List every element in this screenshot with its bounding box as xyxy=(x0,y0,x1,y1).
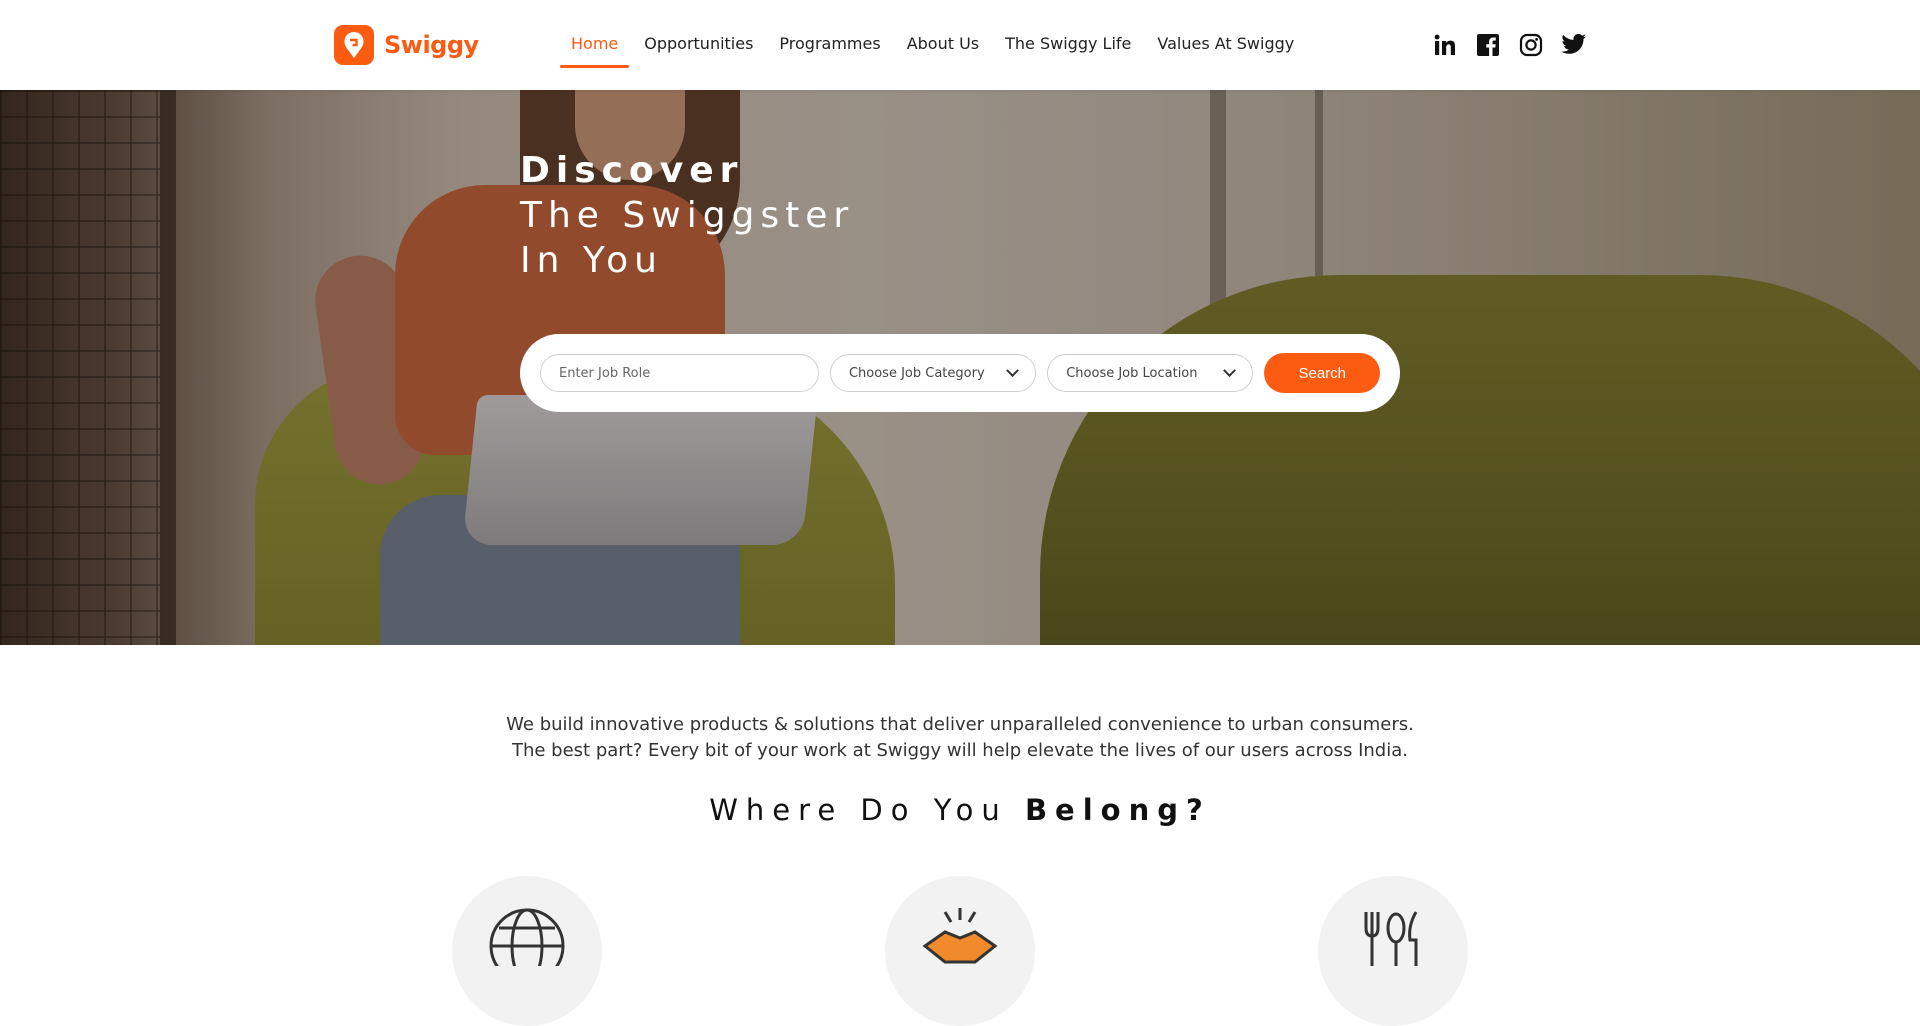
job-search-bar: Enter Job Role Choose Job Category Choos… xyxy=(520,334,1400,412)
brand-name: Swiggy xyxy=(384,31,479,59)
hero-line-1: Discover xyxy=(520,150,744,191)
globe-icon xyxy=(489,908,565,966)
swiggy-logo[interactable]: Swiggy xyxy=(334,25,479,65)
chevron-down-icon xyxy=(1006,363,1020,377)
nav-item-values[interactable]: Values At Swiggy xyxy=(1144,0,1307,86)
facebook-icon[interactable] xyxy=(1475,32,1501,58)
job-role-input[interactable]: Enter Job Role xyxy=(540,354,819,392)
category-cards xyxy=(0,876,1920,1026)
search-button[interactable]: Search xyxy=(1264,353,1380,393)
nav-item-programmes[interactable]: Programmes xyxy=(766,0,893,86)
nav-item-about-us[interactable]: About Us xyxy=(894,0,992,86)
hero-line-3: In You xyxy=(520,240,663,281)
hero-banner: Discover The Swiggster In You Enter Job … xyxy=(0,90,1920,645)
hero-headline: Discover The Swiggster In You xyxy=(520,148,854,283)
intro-line-1: We build innovative products & solutions… xyxy=(506,714,1414,735)
swiggy-logo-icon xyxy=(334,25,374,65)
job-category-value: Choose Job Category xyxy=(848,365,985,381)
twitter-icon[interactable] xyxy=(1561,32,1587,58)
instagram-icon[interactable] xyxy=(1518,32,1544,58)
main-nav: Home Opportunities Programmes About Us T… xyxy=(558,0,1307,90)
social-links xyxy=(1432,32,1587,58)
nav-item-opportunities[interactable]: Opportunities xyxy=(631,0,766,86)
nav-item-home[interactable]: Home xyxy=(558,0,631,86)
hero-line-2: The Swiggster xyxy=(520,195,855,236)
job-location-select[interactable]: Choose Job Location xyxy=(1047,354,1254,392)
handshake-icon xyxy=(922,908,998,964)
job-role-placeholder: Enter Job Role xyxy=(559,365,651,381)
heading-bold: Belong? xyxy=(1024,793,1211,827)
nav-item-swiggy-life[interactable]: The Swiggy Life xyxy=(992,0,1144,86)
category-card[interactable] xyxy=(885,876,1035,1026)
intro-text: We build innovative products & solutions… xyxy=(0,712,1920,764)
linkedin-icon[interactable] xyxy=(1432,32,1458,58)
category-card[interactable] xyxy=(1318,876,1468,1026)
heading-prefix: Where Do You xyxy=(709,793,1025,827)
intro-line-2: The best part? Every bit of your work at… xyxy=(511,740,1408,761)
site-header: Swiggy Home Opportunities Programmes Abo… xyxy=(0,0,1920,90)
chevron-down-icon xyxy=(1223,363,1237,377)
category-card[interactable] xyxy=(452,876,602,1026)
job-location-value: Choose Job Location xyxy=(1066,365,1198,381)
cutlery-icon xyxy=(1364,911,1418,966)
section-heading: Where Do You Belong? xyxy=(0,793,1920,827)
job-category-select[interactable]: Choose Job Category xyxy=(829,354,1037,392)
